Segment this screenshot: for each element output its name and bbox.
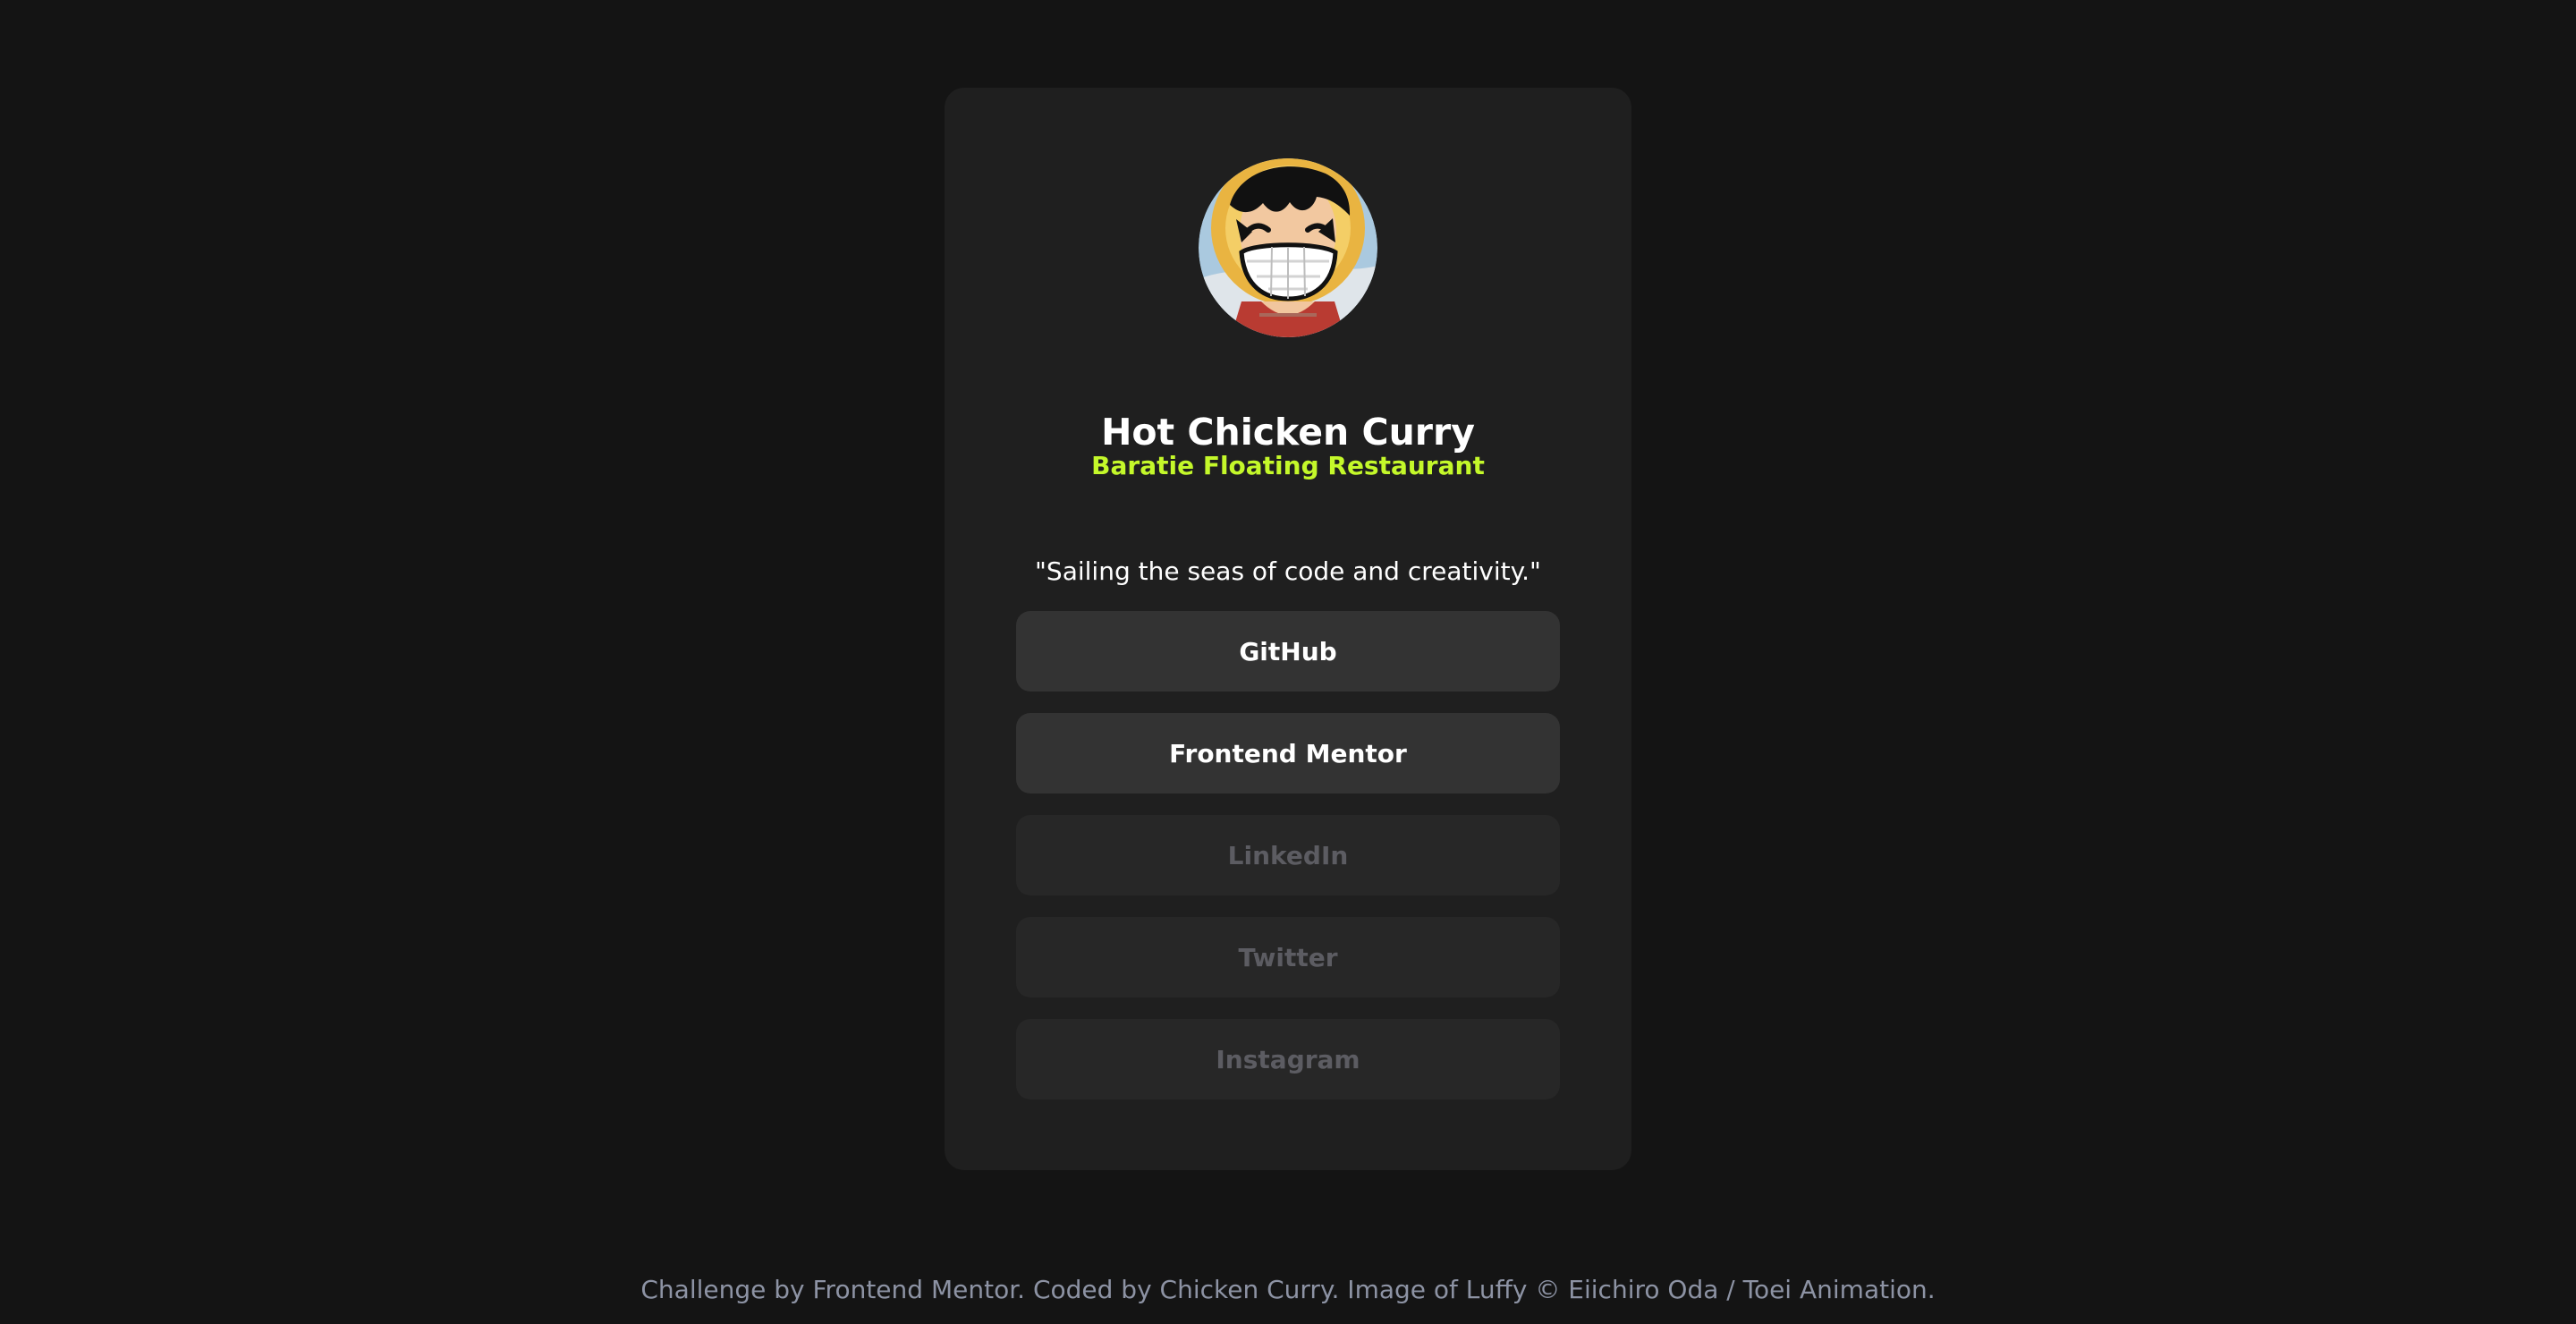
profile-avatar bbox=[1199, 158, 1377, 337]
linkedin-link-button[interactable]: LinkedIn bbox=[1016, 815, 1560, 895]
twitter-link-button[interactable]: Twitter bbox=[1016, 917, 1560, 997]
social-links: GitHub Frontend Mentor LinkedIn Twitter … bbox=[1016, 611, 1560, 1121]
instagram-link-button[interactable]: Instagram bbox=[1016, 1019, 1560, 1099]
profile-bio: "Sailing the seas of code and creativity… bbox=[1035, 556, 1541, 586]
profile-location: Baratie Floating Restaurant bbox=[1091, 451, 1485, 480]
attribution-footer: Challenge by Frontend Mentor. Coded by C… bbox=[640, 1275, 1936, 1304]
profile-card: Hot Chicken Curry Baratie Floating Resta… bbox=[945, 88, 1631, 1170]
github-link-button[interactable]: GitHub bbox=[1016, 611, 1560, 692]
frontend-mentor-link-button[interactable]: Frontend Mentor bbox=[1016, 713, 1560, 794]
